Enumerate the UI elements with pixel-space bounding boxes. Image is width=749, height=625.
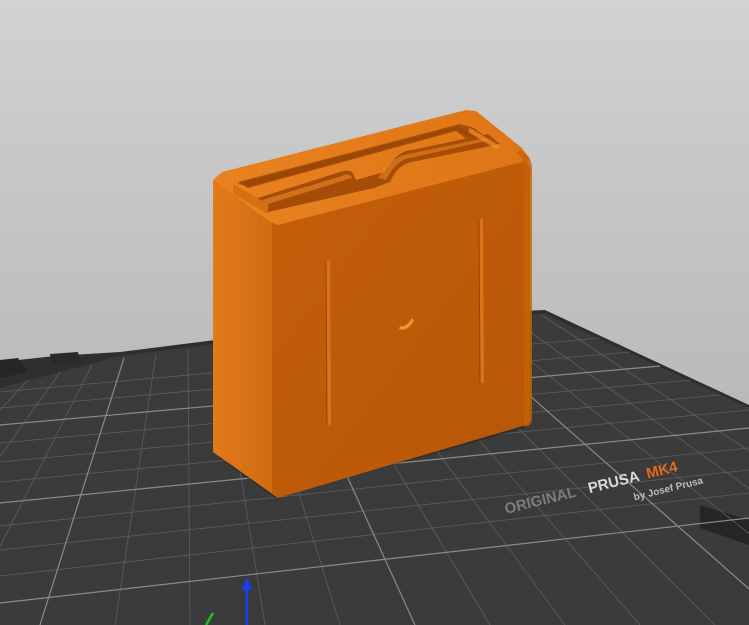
scene-canvas[interactable]: ORIGINAL PRUSA MK4 by Josef Prusa bbox=[0, 0, 749, 625]
model-left-face bbox=[213, 180, 278, 498]
3d-viewport[interactable]: ORIGINAL PRUSA MK4 by Josef Prusa bbox=[0, 0, 749, 625]
